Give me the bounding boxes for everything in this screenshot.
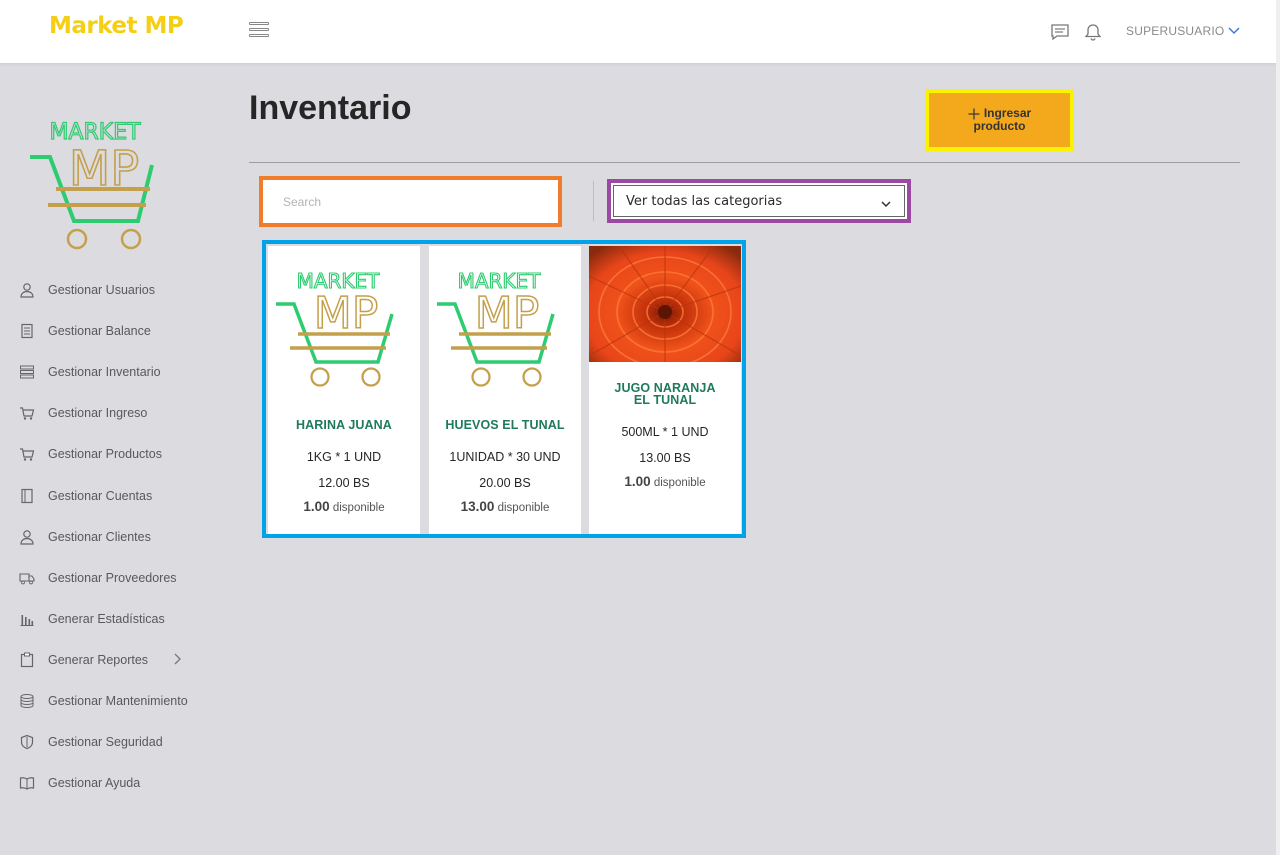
sidebar: MARKET MP Gestionar Usuarios Gestionar B…: [0, 63, 230, 855]
chat-icon[interactable]: [1050, 22, 1070, 42]
nav-label: Gestionar Inventario: [48, 365, 161, 379]
nav-label: Gestionar Balance: [48, 324, 151, 338]
product-presentation: 1UNIDAD * 30 UND: [449, 450, 561, 464]
product-name: HUEVOS EL TUNAL: [445, 418, 565, 432]
nav-generar-estadisticas[interactable]: Generar Estadísticas: [18, 607, 218, 631]
menu-icon[interactable]: [249, 22, 269, 40]
top-bar: Market MP SUPERUSUARIO: [0, 0, 1276, 63]
nav-label: Gestionar Clientes: [48, 530, 151, 544]
user-icon: [18, 528, 36, 546]
product-stock: 1.00 disponible: [589, 474, 741, 489]
orange-flower-photo: [589, 246, 741, 362]
user-icon: [18, 281, 36, 299]
divider: [249, 162, 1240, 163]
category-select[interactable]: Ver todas las categorias: [607, 179, 911, 223]
stock-label: disponible: [332, 502, 385, 514]
product-name: JUGO NARANJA EL TUNAL: [595, 382, 735, 407]
cart-icon: [18, 404, 36, 422]
server-list-icon: [18, 363, 36, 381]
market-mp-logo: MARKET MP: [437, 268, 555, 387]
nav-gestionar-clientes[interactable]: Gestionar Clientes: [18, 525, 218, 549]
truck-icon: [18, 569, 36, 587]
nav-label: Gestionar Proveedores: [48, 571, 177, 585]
product-name: HARINA JUANA: [296, 418, 392, 432]
search-box: [259, 176, 562, 227]
add-product-button[interactable]: Ingresar producto: [925, 89, 1074, 151]
product-card[interactable]: MARKET MP HARINA JUANA 1KG * 1 UND 12.00…: [268, 246, 420, 534]
nav-label: Gestionar Seguridad: [48, 735, 163, 749]
shield-icon: [18, 733, 36, 751]
product-card[interactable]: JUGO NARANJA EL TUNAL 500ML * 1 UND 13.0…: [589, 246, 741, 534]
svg-text:MP: MP: [314, 288, 379, 339]
nav-label: Gestionar Mantenimiento: [48, 694, 188, 708]
product-name-line-2: EL TUNAL: [633, 393, 697, 407]
cart-icon: [18, 445, 36, 463]
chevron-down-icon: [881, 201, 891, 208]
nav-generar-reportes[interactable]: Generar Reportes: [18, 648, 218, 672]
nav-label: Gestionar Ingreso: [48, 406, 148, 420]
product-grid: MARKET MP HARINA JUANA 1KG * 1 UND 12.00…: [262, 240, 746, 538]
add-product-label-2: producto: [973, 119, 1026, 133]
stock-label: disponible: [653, 477, 706, 489]
nav-gestionar-mantenimiento[interactable]: Gestionar Mantenimiento: [18, 689, 218, 713]
nav-label: Gestionar Productos: [48, 447, 162, 461]
plus-icon: [968, 108, 980, 119]
stock-qty: 1.00: [303, 499, 330, 514]
user-menu[interactable]: SUPERUSUARIO: [1126, 24, 1241, 38]
search-input[interactable]: [267, 184, 554, 219]
page-title: Inventario: [249, 89, 412, 127]
chevron-right-icon: [172, 652, 182, 671]
svg-text:MP: MP: [475, 288, 540, 339]
nav-label: Generar Estadísticas: [48, 612, 165, 626]
chevron-down-icon: [1228, 27, 1240, 35]
user-name: SUPERUSUARIO: [1126, 24, 1225, 38]
stock-label: disponible: [497, 502, 550, 514]
nav-gestionar-cuentas[interactable]: Gestionar Cuentas: [18, 484, 218, 508]
nav-gestionar-proveedores[interactable]: Gestionar Proveedores: [18, 566, 218, 590]
separator: [593, 181, 594, 221]
nav-gestionar-inventario[interactable]: Gestionar Inventario: [18, 360, 218, 384]
product-stock: 1.00 disponible: [268, 499, 420, 514]
nav-label: Gestionar Usuarios: [48, 283, 155, 297]
market-mp-logo: MARKET MP: [276, 268, 394, 387]
product-presentation: 1KG * 1 UND: [306, 450, 382, 464]
market-mp-logo: MARKET MP: [30, 119, 154, 250]
bar-chart-icon: [18, 610, 36, 628]
product-price: 13.00 BS: [639, 451, 691, 465]
clipboard-icon: [18, 651, 36, 669]
book-icon: [18, 487, 36, 505]
stock-qty: 1.00: [624, 474, 651, 489]
product-presentation: 500ML * 1 UND: [621, 425, 709, 439]
nav-label: Gestionar Cuentas: [48, 489, 153, 503]
product-card[interactable]: MARKET MP HUEVOS EL TUNAL 1UNIDAD * 30 U…: [429, 246, 581, 534]
bell-icon[interactable]: [1083, 22, 1103, 42]
open-book-icon: [18, 774, 36, 792]
product-price: 20.00 BS: [479, 476, 531, 490]
stock-qty: 13.00: [460, 499, 495, 514]
nav-gestionar-productos[interactable]: Gestionar Productos: [18, 442, 218, 466]
nav-gestionar-usuarios[interactable]: Gestionar Usuarios: [18, 278, 218, 302]
nav-label: Generar Reportes: [48, 653, 149, 667]
scrollbar[interactable]: [1276, 0, 1280, 855]
database-icon: [18, 692, 36, 710]
brand-title[interactable]: Market MP: [49, 13, 184, 39]
nav-gestionar-balance[interactable]: Gestionar Balance: [18, 319, 218, 343]
nav-label: Gestionar Ayuda: [48, 776, 141, 790]
nav-gestionar-ayuda[interactable]: Gestionar Ayuda: [18, 771, 218, 795]
nav-gestionar-seguridad[interactable]: Gestionar Seguridad: [18, 730, 218, 754]
nav-gestionar-ingreso[interactable]: Gestionar Ingreso: [18, 401, 218, 425]
product-stock: 13.00 disponible: [429, 499, 581, 514]
category-select-value: Ver todas las categorias: [626, 193, 783, 209]
product-price: 12.00 BS: [318, 476, 370, 490]
ledger-icon: [18, 322, 36, 340]
